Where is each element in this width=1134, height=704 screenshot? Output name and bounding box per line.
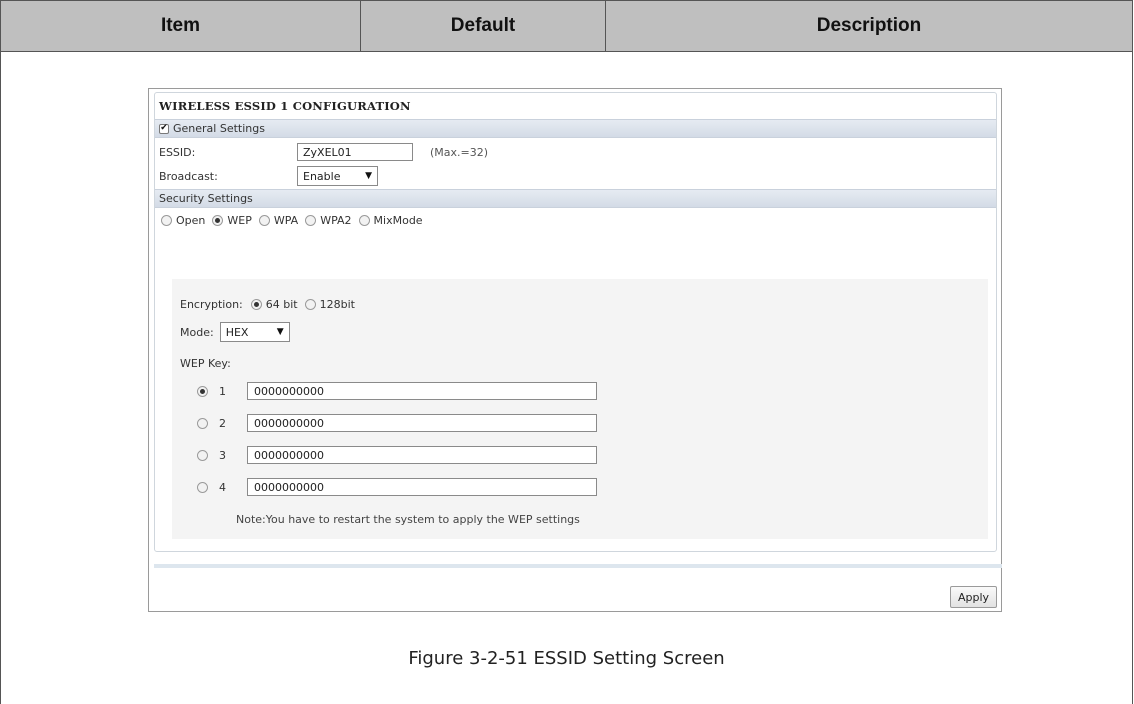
encryption-option-64bit[interactable]: 64 bit (250, 298, 298, 311)
apply-button[interactable]: Apply (950, 586, 997, 608)
mode-row: Mode: HEX ▼ (180, 322, 290, 342)
wep-key-radio-1[interactable] (197, 385, 208, 397)
security-option-wep[interactable]: WEP (212, 213, 252, 227)
option-label: WPA (273, 213, 299, 227)
mode-select[interactable]: HEX ▼ (219, 322, 290, 342)
figure-caption: Figure 3-2-51 ESSID Setting Screen (408, 648, 725, 669)
dropdown-arrow-icon: ▼ (276, 327, 284, 337)
essid-input[interactable]: ZyXEL01 (297, 143, 413, 161)
table-header: Item Default Description (1, 1, 1132, 52)
broadcast-label: Broadcast: (159, 169, 218, 183)
radio-selected-icon (212, 214, 224, 226)
mode-label: Mode: (180, 325, 214, 339)
encryption-row: Encryption: 64 bit 128bit (180, 298, 362, 311)
option-label: WPA2 (320, 213, 352, 227)
wep-key-input-2[interactable]: 0000000000 (247, 414, 597, 432)
encryption-label: Encryption: (180, 298, 243, 311)
wep-key-radio-3[interactable] (197, 449, 208, 461)
essid-label: ESSID: (159, 145, 196, 159)
security-option-open[interactable]: Open (161, 214, 205, 227)
divider (154, 564, 1002, 568)
broadcast-row: Broadcast: Enable ▼ (155, 164, 996, 188)
wep-key-input-3[interactable]: 0000000000 (247, 446, 597, 464)
wep-key-index: 3 (219, 448, 226, 462)
wep-key-input-1[interactable]: 0000000000 (247, 382, 597, 400)
broadcast-value: Enable (303, 169, 341, 183)
essid-hint: (Max.=32) (430, 145, 489, 159)
option-label: Open (176, 213, 206, 227)
dropdown-arrow-icon: ▼ (365, 171, 372, 181)
security-option-wpa[interactable]: WPA (258, 213, 299, 227)
broadcast-select[interactable]: Enable ▼ (297, 166, 378, 186)
wep-key-index: 1 (219, 384, 226, 398)
wep-key-index: 4 (219, 480, 226, 494)
screenshot-frame: WIRELESS ESSID 1 CONFIGURATION ✔ General… (148, 88, 1002, 612)
radio-icon (258, 214, 270, 226)
security-settings-label: Security Settings (159, 192, 253, 205)
radio-icon (304, 299, 316, 310)
radio-icon (358, 214, 370, 226)
wep-note: Note:You have to restart the system to a… (236, 513, 580, 526)
wep-key-row-1: 1 0000000000 (197, 382, 597, 400)
wep-key-index: 2 (219, 416, 226, 430)
encryption-option-128bit[interactable]: 128bit (304, 298, 355, 311)
wep-key-row-2: 2 0000000000 (197, 414, 597, 432)
security-option-mixmode[interactable]: MixMode (358, 213, 423, 227)
wep-key-label: WEP Key: (180, 357, 231, 370)
essid-row: ESSID: ZyXEL01 (Max.=32) (155, 140, 996, 164)
security-settings-bar: Security Settings (155, 189, 996, 208)
header-description: Description (816, 15, 922, 36)
option-label: MixMode (373, 213, 423, 227)
mode-value: HEX (225, 325, 249, 339)
radio-icon (305, 214, 317, 226)
header-default: Default (361, 1, 606, 51)
security-option-wpa2[interactable]: WPA2 (305, 213, 352, 227)
wep-key-input-4[interactable]: 0000000000 (247, 478, 597, 496)
general-settings-label: General Settings (173, 122, 265, 135)
wep-key-radio-4[interactable] (197, 481, 208, 493)
option-label: 128bit (319, 298, 355, 311)
general-settings-bar: ✔ General Settings (155, 119, 996, 138)
wep-key-radio-2[interactable] (197, 417, 208, 429)
panel-title: WIRELESS ESSID 1 CONFIGURATION (159, 99, 411, 113)
option-label: WEP (227, 213, 252, 227)
radio-icon (161, 214, 172, 226)
wep-key-row-4: 4 0000000000 (197, 478, 597, 496)
essid-config-panel: WIRELESS ESSID 1 CONFIGURATION ✔ General… (154, 92, 997, 552)
wep-key-row-3: 3 0000000000 (197, 446, 597, 464)
option-label: 64 bit (265, 298, 298, 311)
radio-selected-icon (250, 299, 262, 310)
security-mode-options: Open WEP WPA WPA2 MixMode (155, 208, 996, 232)
header-item: Item (1, 1, 361, 51)
general-settings-checkbox[interactable]: ✔ (159, 123, 169, 134)
wep-settings-box: Encryption: 64 bit 128bit Mode: HEX ▼ WE… (172, 279, 988, 539)
